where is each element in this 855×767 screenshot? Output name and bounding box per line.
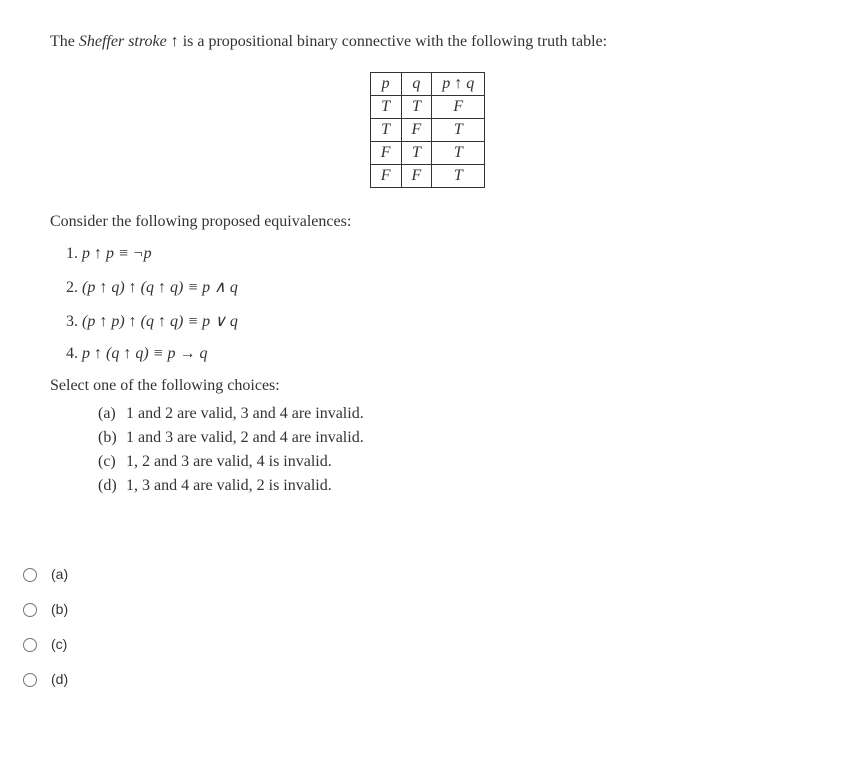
equivalence-list: p ↑ p ≡ ¬p (p ↑ q) ↑ (q ↑ q) ≡ p ∧ q (p … [50,245,805,363]
radio-label: (b) [51,601,68,617]
cell: F [370,142,401,165]
cell: F [401,119,432,142]
radio-label: (d) [51,671,68,687]
choice-text: 1 and 2 are valid, 3 and 4 are invalid. [126,405,364,422]
intro-prefix: The [50,33,79,50]
cell: T [370,96,401,119]
radio-label: (c) [51,636,67,652]
radio-option-c[interactable]: (c) [18,635,855,652]
cell: T [401,96,432,119]
choice-label: (a) [98,405,126,423]
choice-label: (d) [98,477,126,495]
radio-input-c[interactable] [23,638,37,652]
choice-list: (a)1 and 2 are valid, 3 and 4 are invali… [50,405,805,495]
cell: F [401,165,432,188]
intro-rest: is a propositional binary connective wit… [183,33,607,50]
cell: T [432,165,485,188]
cell: T [401,142,432,165]
cell: F [370,165,401,188]
equiv-formula: p ↑ (q ↑ q) ≡ p → q [82,345,207,362]
th-q: q [401,73,432,96]
radio-input-a[interactable] [23,568,37,582]
radio-label: (a) [51,566,68,582]
radio-input-b[interactable] [23,603,37,617]
equiv-item: p ↑ (q ↑ q) ≡ p → q [82,345,805,363]
radio-option-d[interactable]: (d) [18,670,855,687]
truth-table: p q p ↑ q T T F T F T F T T F F T [370,72,486,188]
sheffer-term: Sheffer stroke [79,33,167,50]
cell: T [370,119,401,142]
equiv-formula: (p ↑ q) ↑ (q ↑ q) ≡ p ∧ q [82,279,238,296]
choice-item: (d)1, 3 and 4 are valid, 2 is invalid. [98,477,805,495]
select-prompt: Select one of the following choices: [50,377,805,395]
equiv-item: p ↑ p ≡ ¬p [82,245,805,263]
equiv-item: (p ↑ p) ↑ (q ↑ q) ≡ p ∨ q [82,311,805,331]
choice-item: (b)1 and 3 are valid, 2 and 4 are invali… [98,429,805,447]
radio-input-d[interactable] [23,673,37,687]
th-pq: p ↑ q [432,73,485,96]
choice-text: 1, 2 and 3 are valid, 4 is invalid. [126,453,332,470]
choice-label: (b) [98,429,126,447]
cell: F [432,96,485,119]
sheffer-symbol: ↑ [167,33,183,50]
choice-item: (a)1 and 2 are valid, 3 and 4 are invali… [98,405,805,423]
choice-text: 1 and 3 are valid, 2 and 4 are invalid. [126,429,364,446]
cell: T [432,119,485,142]
th-p: p [370,73,401,96]
radio-option-a[interactable]: (a) [18,565,855,582]
choice-item: (c)1, 2 and 3 are valid, 4 is invalid. [98,453,805,471]
equiv-formula: p ↑ p ≡ ¬p [82,245,152,262]
radio-section: (a) (b) (c) (d) [0,535,855,687]
intro-text: The Sheffer stroke ↑ is a propositional … [50,30,805,54]
equiv-formula: (p ↑ p) ↑ (q ↑ q) ≡ p ∨ q [82,313,238,330]
choice-label: (c) [98,453,126,471]
equiv-item: (p ↑ q) ↑ (q ↑ q) ≡ p ∧ q [82,277,805,297]
choice-text: 1, 3 and 4 are valid, 2 is invalid. [126,477,332,494]
consider-text: Consider the following proposed equivale… [50,213,805,231]
cell: T [432,142,485,165]
radio-option-b[interactable]: (b) [18,600,855,617]
